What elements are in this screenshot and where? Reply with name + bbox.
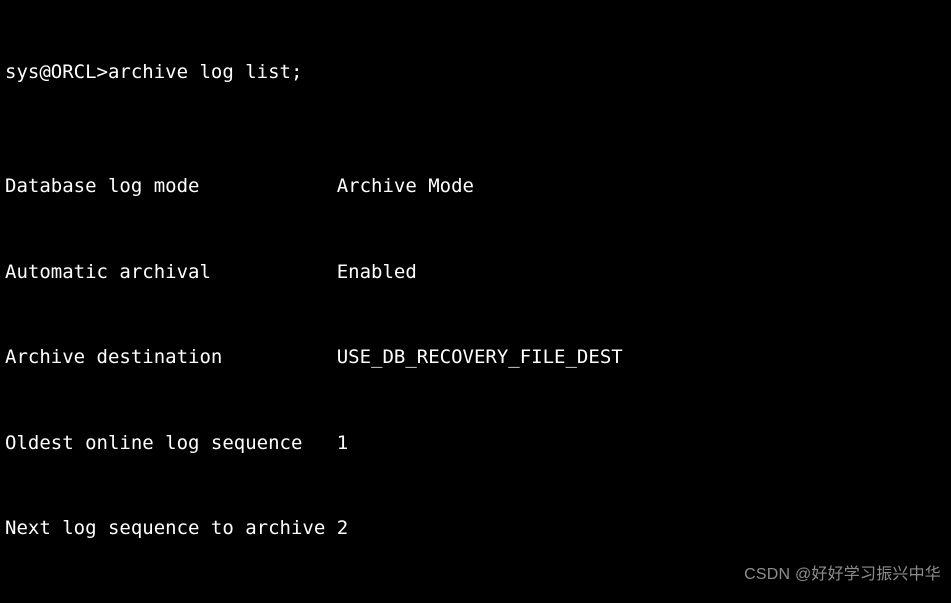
archive-value: Enabled [337,261,417,283]
archive-row: Automatic archivalEnabled [5,258,946,287]
archive-row: Database log modeArchive Mode [5,172,946,201]
archive-label: Current log sequence [5,600,337,603]
prompt: sys@ORCL> [5,61,108,83]
terminal-output[interactable]: sys@ORCL>archive log list; Database log … [0,0,951,603]
archive-label: Oldest online log sequence [5,429,337,458]
archive-value: 1 [337,432,348,454]
archive-row: Archive destinationUSE_DB_RECOVERY_FILE_… [5,343,946,372]
archive-label: Next log sequence to archive [5,514,337,543]
archive-row: Oldest online log sequence1 [5,429,946,458]
archive-value: Archive Mode [337,175,474,197]
archive-value: 2 [337,517,348,539]
archive-label: Archive destination [5,343,337,372]
archive-row: Current log sequence2 [5,600,946,603]
archive-label: Database log mode [5,172,337,201]
archive-value: USE_DB_RECOVERY_FILE_DEST [337,346,623,368]
command-1: archive log list; [108,61,302,83]
prompt-line-1: sys@ORCL>archive log list; [5,58,946,87]
archive-row: Next log sequence to archive2 [5,514,946,543]
archive-label: Automatic archival [5,258,337,287]
